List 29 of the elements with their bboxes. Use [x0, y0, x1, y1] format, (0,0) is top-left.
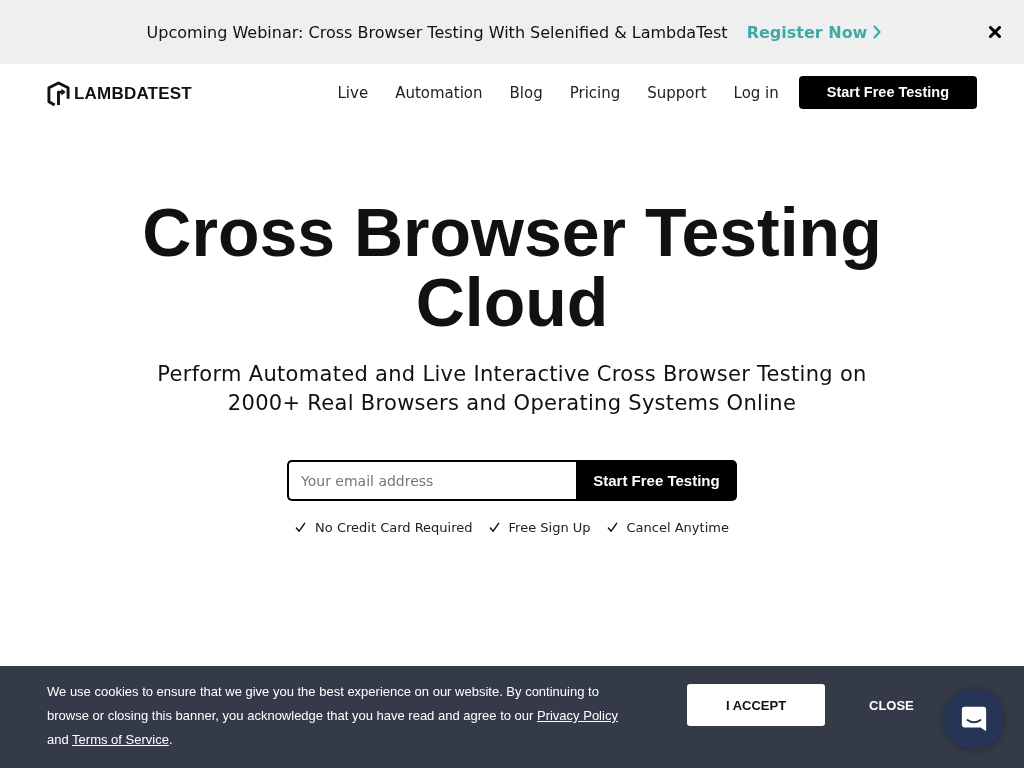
nav-link[interactable]: Live [337, 84, 369, 102]
close-button[interactable] [986, 23, 1004, 41]
perk-text: No Credit Card Required [315, 520, 473, 535]
perk-text: Cancel Anytime [626, 520, 729, 535]
announcement-text: Upcoming Webinar: Cross Browser Testing With Selenified & LambdaTest [146, 22, 728, 42]
chat-icon [960, 705, 988, 733]
legal-link[interactable]: Terms of Service [72, 732, 169, 747]
check-icon [606, 522, 618, 533]
start-free-testing-button[interactable]: Start Free Testing [798, 75, 977, 109]
check-icon [488, 522, 500, 533]
email-field[interactable]: Your email address [287, 460, 576, 501]
close-cookie-button[interactable]: CLOSE [855, 684, 928, 726]
start-free-testing-button[interactable]: Start Free Testing [576, 460, 737, 501]
hero-subtitle: Perform Automated and Live Interactive Cross Browser Testing on 2000+ Real Browsers and Operating Systems Online [156, 361, 868, 417]
legal-link[interactable]: Privacy Policy [537, 708, 618, 723]
nav-link[interactable]: Log in [733, 84, 779, 102]
close-icon [989, 26, 1001, 38]
perk-text: Free Sign Up [508, 520, 591, 535]
hexagon-arrow-logo-icon [47, 81, 70, 107]
chevron-right-icon [873, 25, 882, 39]
logo-link[interactable]: LAMBDATEST [47, 81, 192, 107]
check-icon [295, 522, 307, 533]
nav-link[interactable]: Support [647, 84, 707, 102]
nav-link[interactable]: Blog [509, 84, 543, 102]
nav-link[interactable]: Pricing [569, 84, 621, 102]
hero-heading: Cross Browser Testing Cloud [141, 197, 883, 337]
accept-button[interactable]: I ACCEPT [687, 684, 825, 726]
nav-link[interactable]: Automation [395, 84, 483, 102]
cookie-notice-text: We use cookies to ensure that we give you the best experience on our website. By continuing to browse or closing this banner, you acknowledge that you have read and agree to our Privacy Policy and Terms of Service. [47, 683, 619, 749]
